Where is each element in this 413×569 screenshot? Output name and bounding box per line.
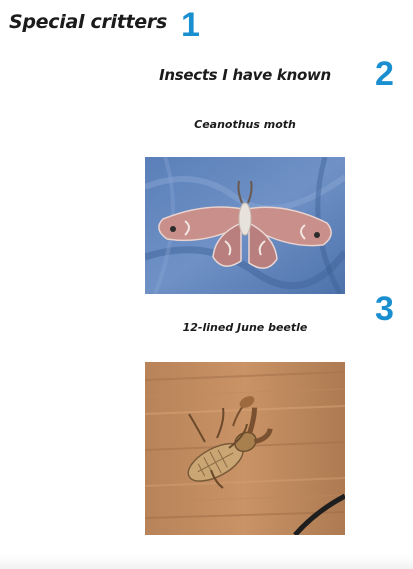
beetle-photo [145, 362, 345, 535]
moth-caption: Ceanothus moth [194, 118, 296, 131]
bottom-edge [0, 555, 413, 569]
step-marker-2: 2 [375, 55, 394, 93]
moth-photo [145, 157, 345, 294]
section-title: Insects I have known [159, 66, 331, 84]
beetle-caption: 12-lined June beetle [182, 321, 308, 334]
step-marker-1: 1 [181, 6, 200, 44]
page-title: Special critters [9, 11, 167, 33]
